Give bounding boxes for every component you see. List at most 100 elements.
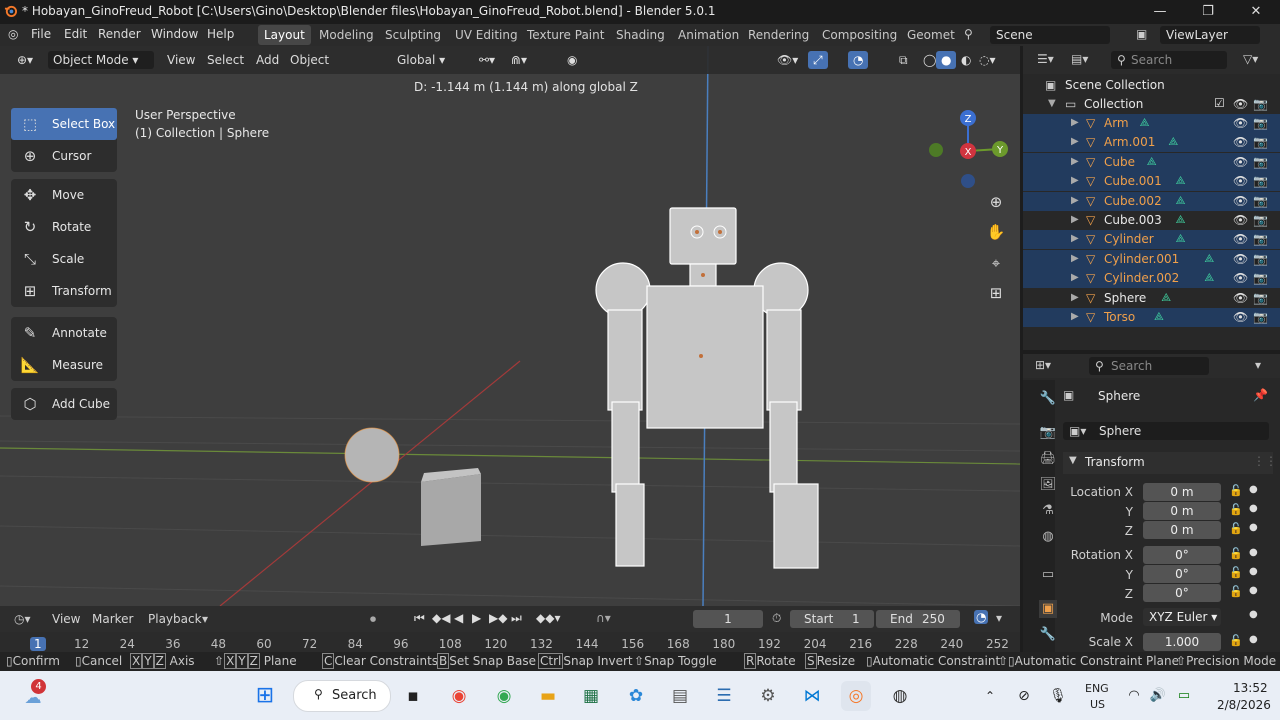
view-layer-properties-icon[interactable]: 🖼 bbox=[1039, 476, 1057, 494]
excel-icon[interactable]: ▦ bbox=[576, 681, 606, 711]
eye-icon[interactable]: 👁 bbox=[1233, 97, 1248, 111]
camera-icon[interactable]: 📷 bbox=[1253, 232, 1268, 246]
object-properties-icon[interactable]: ▣ bbox=[1039, 600, 1057, 618]
scene-collection-row[interactable]: ▣ Scene Collection bbox=[1023, 76, 1280, 95]
visibility-icon[interactable]: 👁▾ bbox=[772, 51, 803, 69]
properties-editor-icon[interactable]: ⊞▾ bbox=[1035, 358, 1051, 372]
battery-icon[interactable]: ▭ bbox=[1172, 681, 1196, 711]
lock-icon[interactable]: 🔓 bbox=[1229, 503, 1243, 516]
tool-rotate[interactable]: ↻ Rotate bbox=[11, 211, 117, 243]
jump-start-icon[interactable]: ⏮ bbox=[414, 611, 425, 626]
end-frame-field[interactable]: End 250 bbox=[876, 610, 960, 628]
object-datablock-field[interactable]: ▣▾ Sphere bbox=[1063, 422, 1269, 440]
collection-row[interactable]: ▼ ▭ Collection ☑ 👁 📷 bbox=[1023, 95, 1280, 114]
timeline-overlay-icon[interactable]: ◔ bbox=[974, 610, 989, 624]
rotation-z-field[interactable]: 0° bbox=[1143, 584, 1221, 602]
keyframe-dot-icon[interactable]: ● bbox=[1249, 547, 1258, 558]
tool-properties-icon[interactable]: 🔧 bbox=[1039, 390, 1057, 408]
tab-layout[interactable]: Layout bbox=[258, 25, 311, 45]
menu-window[interactable]: Window bbox=[151, 27, 198, 41]
mesh-data-icon[interactable]: ⟁ bbox=[1176, 232, 1186, 246]
expand-chevron-icon[interactable]: ▶ bbox=[1071, 233, 1079, 244]
tray-chevron-icon[interactable]: ⌃ bbox=[980, 681, 1000, 711]
lock-icon[interactable]: 🔓 bbox=[1229, 547, 1243, 560]
auto-key-icon[interactable]: ∩▾ bbox=[596, 611, 611, 625]
current-frame-field[interactable]: 1 bbox=[693, 610, 763, 628]
3d-viewport[interactable]: ⊕▾ Object Mode ▾ View Select Add Object … bbox=[0, 46, 1020, 606]
play-icon[interactable]: ▶ bbox=[472, 611, 481, 625]
outliner-row[interactable]: ▶ ▽ Cube.003 👁 📷 ⟁ bbox=[1023, 211, 1280, 230]
tool-add-cube[interactable]: ⬡ Add Cube bbox=[11, 388, 117, 420]
lock-icon[interactable]: 🔓 bbox=[1229, 634, 1243, 647]
overlay-toggle-icon[interactable]: ◔ bbox=[848, 51, 869, 69]
outliner-editor-icon[interactable]: ☰▾ bbox=[1037, 52, 1054, 66]
camera-icon[interactable]: 📷 bbox=[1253, 97, 1268, 111]
record-icon[interactable]: ⏺ bbox=[370, 612, 376, 627]
keying-icon[interactable]: ◆◆▾ bbox=[536, 611, 560, 625]
microphone-icon[interactable]: 🎙 bbox=[1046, 681, 1070, 711]
calculator-icon[interactable]: ▤ bbox=[665, 681, 695, 711]
mesh-data-icon[interactable]: ⟁ bbox=[1176, 194, 1186, 208]
output-properties-icon[interactable]: 🖨 bbox=[1039, 450, 1057, 468]
viewport-menu-add[interactable]: Add bbox=[251, 51, 284, 69]
tool-move[interactable]: ✥ Move bbox=[11, 179, 117, 211]
camera-icon[interactable]: 📷 bbox=[1253, 194, 1268, 208]
timeline-menu-marker[interactable]: Marker bbox=[92, 612, 133, 626]
proportional-edit-icon[interactable]: ◉ bbox=[562, 51, 582, 69]
keyframe-dot-icon[interactable]: ● bbox=[1249, 484, 1258, 495]
start-frame-field[interactable]: Start 1 bbox=[790, 610, 874, 628]
pan-hand-icon[interactable]: ✋ bbox=[984, 220, 1008, 244]
expand-chevron-icon[interactable]: ▶ bbox=[1071, 292, 1079, 303]
eye-icon[interactable]: 👁 bbox=[1233, 155, 1248, 169]
tool-select-box[interactable]: ⬚ Select Box bbox=[11, 108, 117, 140]
solid-shading-icon[interactable]: ● bbox=[936, 51, 957, 69]
keyframe-dot-icon[interactable]: ● bbox=[1249, 566, 1258, 577]
file-explorer-icon[interactable]: ▬ bbox=[533, 681, 563, 711]
expand-chevron-icon[interactable]: ▶ bbox=[1071, 156, 1079, 167]
tab-uv-editing[interactable]: UV Editing bbox=[449, 25, 524, 45]
keyframe-dot-icon[interactable]: ● bbox=[1249, 522, 1258, 533]
rotation-y-field[interactable]: 0° bbox=[1143, 565, 1221, 583]
notepad-icon[interactable]: ☰ bbox=[709, 681, 739, 711]
start-windows-icon[interactable]: ⊞ bbox=[250, 681, 280, 711]
scale-x-field[interactable]: 1.000 bbox=[1143, 633, 1221, 651]
scene-properties-icon[interactable]: ⚗ bbox=[1039, 502, 1057, 520]
expand-chevron-icon[interactable]: ▶ bbox=[1071, 175, 1079, 186]
navigation-gizmo[interactable]: Z Y X bbox=[926, 106, 1016, 188]
eye-icon[interactable]: 👁 bbox=[1233, 252, 1248, 266]
expand-chevron-icon[interactable]: ▶ bbox=[1071, 195, 1079, 206]
chrome-icon[interactable]: ◉ bbox=[444, 681, 474, 711]
outliner-row[interactable]: ▶ ▽ Arm 👁 📷 ⟁ bbox=[1023, 114, 1280, 133]
tab-rendering[interactable]: Rendering bbox=[742, 25, 815, 45]
outliner-row[interactable]: ▶ ▽ Cylinder 👁 📷 ⟁ bbox=[1023, 230, 1280, 250]
orientation-dropdown[interactable]: Global ▾ bbox=[392, 51, 464, 69]
eye-icon[interactable]: 👁 bbox=[1233, 310, 1248, 324]
outliner-row[interactable]: ▶ ▽ Cube 👁 📷 ⟁ bbox=[1023, 152, 1280, 172]
mesh-data-icon[interactable]: ⟁ bbox=[1147, 155, 1157, 169]
clock-time[interactable]: 13:52 bbox=[1233, 681, 1268, 695]
expand-chevron-icon[interactable]: ▶ bbox=[1071, 253, 1079, 264]
properties-search[interactable]: ⚲ Search bbox=[1089, 357, 1209, 375]
editor-type-icon[interactable]: ⊕▾ bbox=[12, 51, 38, 69]
close-button[interactable]: ✕ bbox=[1236, 2, 1276, 22]
rendered-shading-icon[interactable]: ◌▾ bbox=[974, 51, 1001, 69]
lock-icon[interactable]: 🔓 bbox=[1229, 522, 1243, 535]
language-indicator[interactable]: ENG bbox=[1085, 682, 1109, 695]
eye-icon[interactable]: 👁 bbox=[1233, 271, 1248, 285]
keyframe-dot-icon[interactable]: ● bbox=[1249, 503, 1258, 514]
eye-icon[interactable]: 👁 bbox=[1233, 291, 1248, 305]
mesh-data-icon[interactable]: ⟁ bbox=[1176, 213, 1186, 227]
camera-view-icon[interactable]: ⌖ bbox=[984, 251, 1008, 275]
keyframe-dot-icon[interactable]: ● bbox=[1249, 585, 1258, 596]
lock-icon[interactable]: 🔓 bbox=[1229, 566, 1243, 579]
gizmo-toggle-icon[interactable]: ⤢ bbox=[808, 51, 828, 69]
outliner-row[interactable]: ▶ ▽ Torso 👁 📷 ⟁ bbox=[1023, 308, 1280, 327]
display-mode-icon[interactable]: ▤▾ bbox=[1071, 52, 1088, 66]
camera-icon[interactable]: 📷 bbox=[1253, 271, 1268, 285]
outliner-row[interactable]: ▶ ▽ Cylinder.002 👁 📷 ⟁ bbox=[1023, 269, 1280, 289]
outliner-row[interactable]: ▶ ▽ Cube.002 👁 📷 ⟁ bbox=[1023, 191, 1280, 211]
camera-icon[interactable]: 📷 bbox=[1253, 116, 1268, 130]
outliner-row[interactable]: ▶ ▽ Cylinder.001 👁 📷 ⟁ bbox=[1023, 249, 1280, 269]
lock-icon[interactable]: 🔓 bbox=[1229, 484, 1243, 497]
camera-icon[interactable]: 📷 bbox=[1253, 291, 1268, 305]
